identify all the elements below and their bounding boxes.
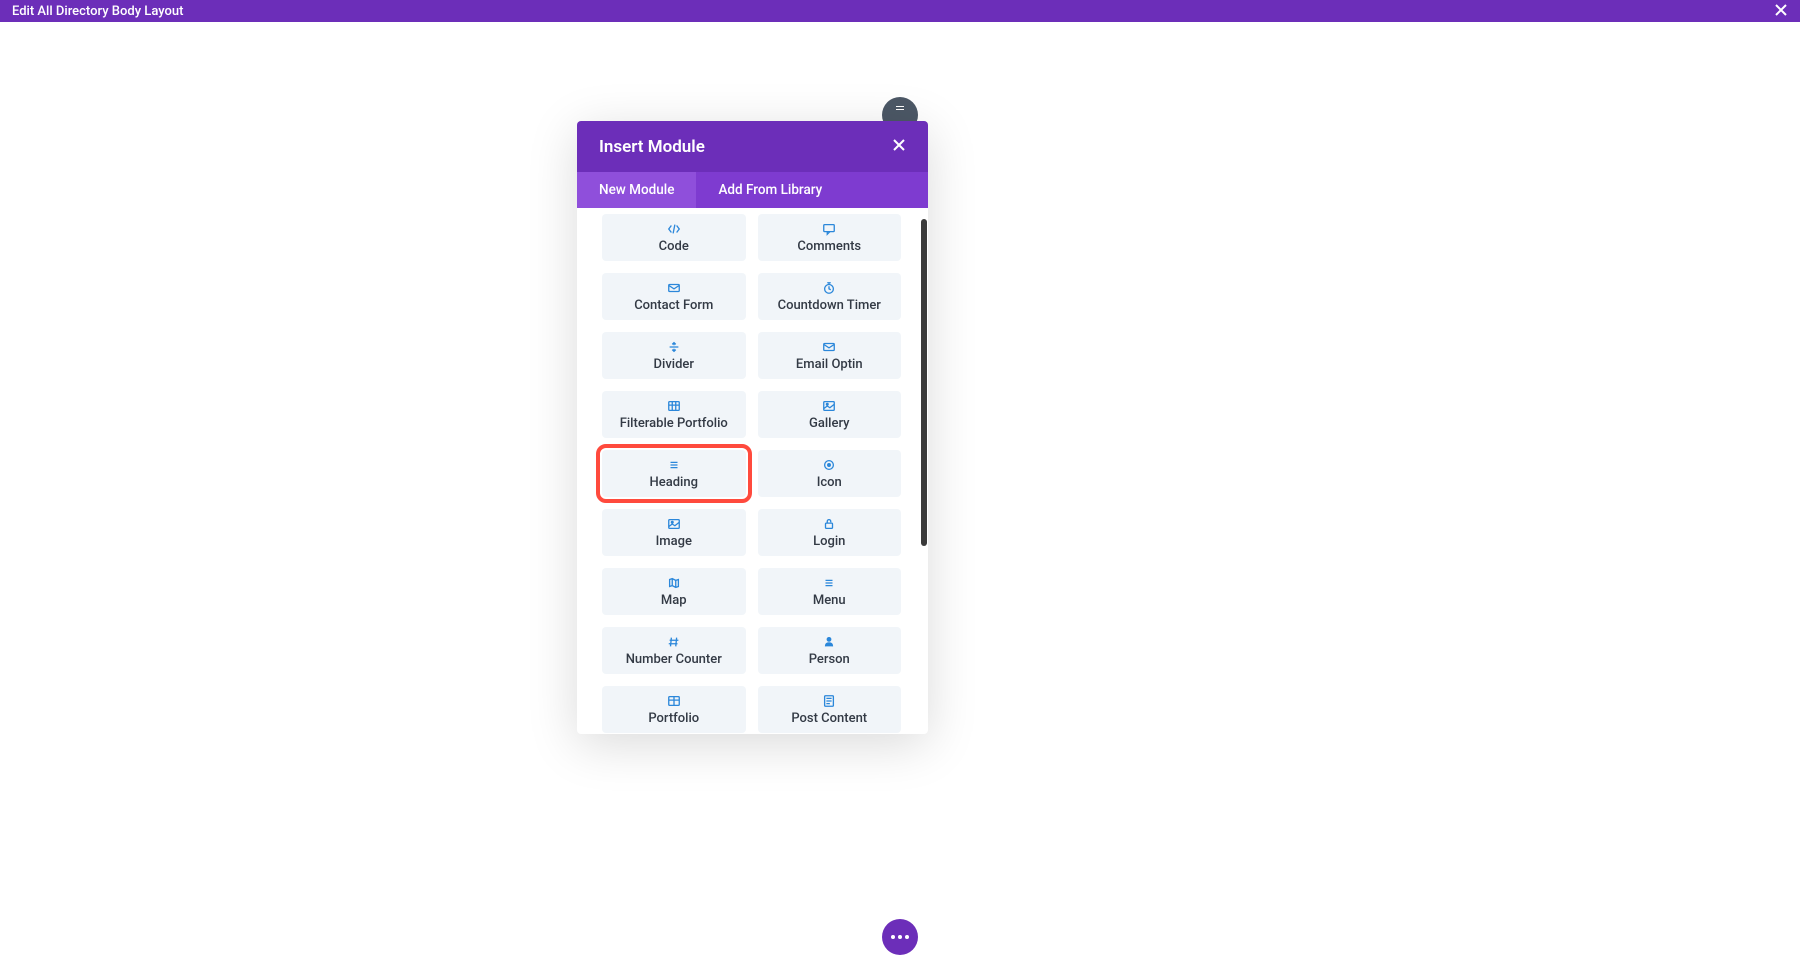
module-number-counter[interactable]: Number Counter (602, 627, 746, 674)
module-portfolio[interactable]: Portfolio (602, 686, 746, 733)
image-icon (667, 517, 681, 531)
envelope-icon (822, 340, 836, 354)
dot-icon (905, 935, 909, 939)
module-divider[interactable]: Divider (602, 332, 746, 379)
module-countdown-timer[interactable]: Countdown Timer (758, 273, 902, 320)
target-icon (822, 458, 836, 472)
top-bar-close-button[interactable] (1774, 3, 1788, 20)
hash-icon (667, 635, 681, 649)
modal-header: Insert Module (577, 121, 928, 172)
module-label: Code (659, 239, 689, 254)
lock-icon (822, 517, 836, 531)
comments-icon (822, 222, 836, 236)
module-label: Email Optin (796, 357, 863, 372)
top-bar-title: Edit All Directory Body Layout (12, 4, 183, 19)
top-bar: Edit All Directory Body Layout (0, 0, 1800, 22)
settings-fab[interactable] (882, 919, 918, 955)
map-icon (667, 576, 681, 590)
module-label: Comments (797, 239, 861, 254)
modal-body: Code Comments Contact Form (577, 208, 928, 734)
modal-title: Insert Module (599, 137, 705, 157)
module-comments[interactable]: Comments (758, 214, 902, 261)
module-heading[interactable]: Heading (602, 450, 746, 497)
modal-close-button[interactable] (892, 138, 906, 156)
module-label: Countdown Timer (778, 298, 881, 313)
module-icon[interactable]: Icon (758, 450, 902, 497)
document-icon (822, 694, 836, 708)
module-email-optin[interactable]: Email Optin (758, 332, 902, 379)
module-grid: Code Comments Contact Form (577, 208, 928, 734)
module-person[interactable]: Person (758, 627, 902, 674)
menu-icon (822, 576, 836, 590)
grid-icon (667, 694, 681, 708)
modal-tabs: New Module Add From Library (577, 172, 928, 208)
tab-new-module[interactable]: New Module (577, 172, 696, 208)
module-menu[interactable]: Menu (758, 568, 902, 615)
module-login[interactable]: Login (758, 509, 902, 556)
module-label: Menu (813, 593, 846, 608)
module-label: Filterable Portfolio (620, 416, 728, 431)
module-label: Login (813, 534, 845, 549)
module-label: Image (656, 534, 692, 549)
module-contact-form[interactable]: Contact Form (602, 273, 746, 320)
divider-icon (667, 340, 681, 354)
heading-icon (667, 458, 681, 472)
module-map[interactable]: Map (602, 568, 746, 615)
module-code[interactable]: Code (602, 214, 746, 261)
code-icon (667, 222, 681, 236)
canvas: Insert Module New Module Add From Librar… (0, 22, 1800, 968)
envelope-icon (667, 281, 681, 295)
grid-icon (667, 399, 681, 413)
module-label: Divider (654, 357, 694, 372)
module-image[interactable]: Image (602, 509, 746, 556)
module-label: Heading (650, 475, 698, 490)
image-icon (822, 399, 836, 413)
module-label: Map (661, 593, 687, 608)
dot-icon (891, 935, 895, 939)
tab-add-from-library[interactable]: Add From Library (696, 172, 844, 208)
module-label: Gallery (809, 416, 850, 431)
module-label: Icon (817, 475, 842, 490)
insert-module-modal: Insert Module New Module Add From Librar… (577, 121, 928, 734)
module-label: Person (809, 652, 850, 667)
module-label: Contact Form (634, 298, 713, 313)
module-gallery[interactable]: Gallery (758, 391, 902, 438)
module-label: Post Content (791, 711, 867, 726)
module-label: Portfolio (648, 711, 699, 726)
dot-icon (898, 935, 902, 939)
module-filterable-portfolio[interactable]: Filterable Portfolio (602, 391, 746, 438)
person-icon (822, 635, 836, 649)
module-post-content[interactable]: Post Content (758, 686, 902, 733)
module-label: Number Counter (626, 652, 722, 667)
clock-icon (822, 281, 836, 295)
scrollbar-thumb[interactable] (921, 219, 927, 546)
